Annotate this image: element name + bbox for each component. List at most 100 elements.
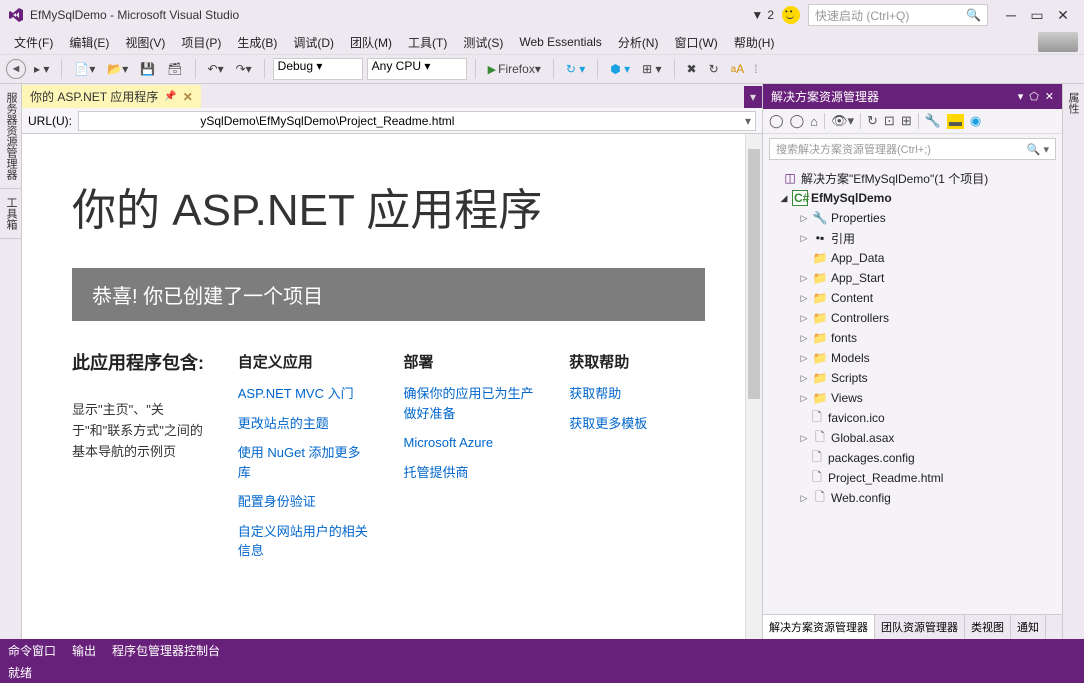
tab-package-manager[interactable]: 程序包管理器控制台 <box>112 642 220 659</box>
tree-references[interactable]: ▷•▪引用 <box>765 228 1060 248</box>
nav-forward-button[interactable]: ▸ ▾ <box>30 60 53 78</box>
col3-link[interactable]: 获取帮助 <box>569 384 705 404</box>
minimize-button[interactable]: ─ <box>998 7 1024 23</box>
menu-view[interactable]: 视图(V) <box>117 34 173 51</box>
tree-content[interactable]: ▷📁Content <box>765 288 1060 308</box>
menu-team[interactable]: 团队(M) <box>342 34 400 51</box>
vertical-scrollbar[interactable] <box>745 134 762 639</box>
redo-button[interactable]: ↷▾ <box>232 60 256 78</box>
show-all-button[interactable]: ⊞ <box>901 113 912 129</box>
maximize-button[interactable]: ▭ <box>1024 7 1050 24</box>
tab-output[interactable]: 输出 <box>72 642 96 659</box>
tree-controllers[interactable]: ▷📁Controllers <box>765 308 1060 328</box>
menu-build[interactable]: 生成(B) <box>229 34 285 51</box>
browser-link-refresh-button[interactable]: ↻ ▾ <box>562 60 589 78</box>
col1-link[interactable]: 使用 NuGet 添加更多库 <box>238 443 374 482</box>
tree-fonts[interactable]: ▷📁fonts <box>765 328 1060 348</box>
properties-button[interactable]: 🔧 <box>925 113 941 129</box>
open-file-button[interactable]: 📂▾ <box>103 60 132 78</box>
user-avatar[interactable] <box>1038 32 1078 52</box>
tree-views[interactable]: ▷📁Views <box>765 388 1060 408</box>
platform-dropdown[interactable]: Any CPU ▾ <box>367 58 467 80</box>
tree-favicon[interactable]: 🗋favicon.ico <box>765 408 1060 428</box>
back-button[interactable]: ◯ <box>769 113 784 129</box>
feedback-smiley-icon[interactable] <box>782 6 800 24</box>
col2-link[interactable]: 确保你的应用已为生产做好准备 <box>404 384 540 423</box>
nav-back-button[interactable]: ◄ <box>6 59 26 79</box>
tree-packages[interactable]: 🗋packages.config <box>765 448 1060 468</box>
menu-window[interactable]: 窗口(W) <box>666 34 725 51</box>
menu-analyze[interactable]: 分析(N) <box>610 34 667 51</box>
cancel-build-button[interactable]: ✖ <box>683 60 701 78</box>
text-size-button[interactable]: aA <box>727 60 749 78</box>
save-button[interactable]: 💾 <box>136 60 159 78</box>
preview-button[interactable]: ▬ <box>947 114 964 129</box>
col1-link[interactable]: 更改站点的主题 <box>238 414 374 434</box>
new-project-button[interactable]: 📄▾ <box>70 60 99 78</box>
refresh-button[interactable]: ↻ <box>705 60 723 78</box>
tree-scripts[interactable]: ▷📁Scripts <box>765 368 1060 388</box>
solution-tree: ◫解决方案"EfMySqlDemo"(1 个项目) ◢C#EfMySqlDemo… <box>763 164 1062 614</box>
col3-link[interactable]: 获取更多模板 <box>569 414 705 434</box>
menu-webessentials[interactable]: Web Essentials <box>511 35 609 49</box>
tree-global[interactable]: ▷🗋Global.asax <box>765 428 1060 448</box>
panel-close-button[interactable]: ✕ <box>1045 90 1054 103</box>
tab-close-button[interactable]: ✕ <box>183 90 193 104</box>
status-text: 就绪 <box>8 664 32 681</box>
document-tab-label: 你的 ASP.NET 应用程序 <box>30 88 158 105</box>
panel-dropdown-button[interactable]: ▾ <box>1018 90 1024 103</box>
config-dropdown[interactable]: Debug ▾ <box>273 58 363 80</box>
tree-models[interactable]: ▷📁Models <box>765 348 1060 368</box>
col1-link[interactable]: 自定义网站用户的相关信息 <box>238 522 374 561</box>
page-heading: 你的 ASP.NET 应用程序 <box>72 174 705 238</box>
tab-command-window[interactable]: 命令窗口 <box>8 642 56 659</box>
document-content: 你的 ASP.NET 应用程序 恭喜! 你已创建了一个项目 此应用程序包含: 显… <box>22 134 762 639</box>
undo-button[interactable]: ↶▾ <box>204 60 228 78</box>
properties-tab[interactable]: 属性 <box>1063 84 1083 122</box>
col2-link[interactable]: Microsoft Azure <box>404 433 540 453</box>
collapse-all-button[interactable]: ⊡ <box>884 113 895 129</box>
start-debug-button[interactable]: ▶Firefox ▾ <box>484 60 545 78</box>
tab-solution-explorer[interactable]: 解决方案资源管理器 <box>763 615 875 639</box>
menu-help[interactable]: 帮助(H) <box>726 34 783 51</box>
sync-button[interactable]: 👁▾ <box>831 113 854 129</box>
pin-icon[interactable]: 📌 <box>164 91 176 102</box>
tree-webconfig[interactable]: ▷🗋Web.config <box>765 488 1060 508</box>
menu-project[interactable]: 项目(P) <box>173 34 229 51</box>
view-button[interactable]: ◉ <box>970 113 981 129</box>
col1-link[interactable]: ASP.NET MVC 入门 <box>238 384 374 404</box>
menu-test[interactable]: 测试(S) <box>455 34 511 51</box>
close-button[interactable]: ✕ <box>1050 7 1076 24</box>
solution-search-input[interactable]: 搜索解决方案资源管理器(Ctrl+;) 🔍 ▾ <box>769 138 1056 160</box>
quick-launch-input[interactable]: 快速启动 (Ctrl+Q) 🔍 <box>808 4 988 26</box>
tree-solution[interactable]: ◫解决方案"EfMySqlDemo"(1 个项目) <box>765 168 1060 188</box>
tree-project[interactable]: ◢C#EfMySqlDemo <box>765 188 1060 208</box>
notification-flag-icon[interactable]: ▼ <box>751 8 763 22</box>
menu-edit[interactable]: 编辑(E) <box>61 34 117 51</box>
tab-notifications[interactable]: 通知 <box>1011 615 1046 639</box>
browser-link-dashboard-button[interactable]: ⬢ ▾ <box>606 60 634 78</box>
toolbox-tab[interactable]: 工具箱 <box>0 189 21 239</box>
refresh-tree-button[interactable]: ↻ <box>867 113 878 129</box>
save-all-button[interactable]: 🗃 <box>163 60 186 78</box>
menu-debug[interactable]: 调试(D) <box>285 34 342 51</box>
tab-team-explorer[interactable]: 团队资源管理器 <box>875 615 965 639</box>
menu-tools[interactable]: 工具(T) <box>400 34 455 51</box>
tree-properties[interactable]: ▷🔧Properties <box>765 208 1060 228</box>
tree-appdata[interactable]: 📁App_Data <box>765 248 1060 268</box>
menu-file[interactable]: 文件(F) <box>6 34 61 51</box>
server-explorer-tab[interactable]: 服务器资源管理器 <box>0 84 21 189</box>
home-button[interactable]: ⌂ <box>810 114 818 129</box>
extensions-button[interactable]: ⊞ ▾ <box>638 60 665 78</box>
tree-readme[interactable]: 🗋Project_Readme.html <box>765 468 1060 488</box>
document-tab-readme[interactable]: 你的 ASP.NET 应用程序 📌 ✕ <box>22 85 201 108</box>
col2-link[interactable]: 托管提供商 <box>404 463 540 483</box>
forward-button[interactable]: ◯ <box>790 113 805 129</box>
tab-class-view[interactable]: 类视图 <box>965 615 1011 639</box>
panel-pin-button[interactable]: ⬠ <box>1029 90 1039 103</box>
document-tab-dropdown[interactable]: ▾ <box>744 86 762 108</box>
url-input[interactable]: C:\xxxxxxxxxxxxxxxxxySqlDemo\EfMySqlDemo… <box>78 111 756 131</box>
tree-appstart[interactable]: ▷📁App_Start <box>765 268 1060 288</box>
col1-link[interactable]: 配置身份验证 <box>238 492 374 512</box>
notification-count[interactable]: 2 <box>767 8 774 22</box>
